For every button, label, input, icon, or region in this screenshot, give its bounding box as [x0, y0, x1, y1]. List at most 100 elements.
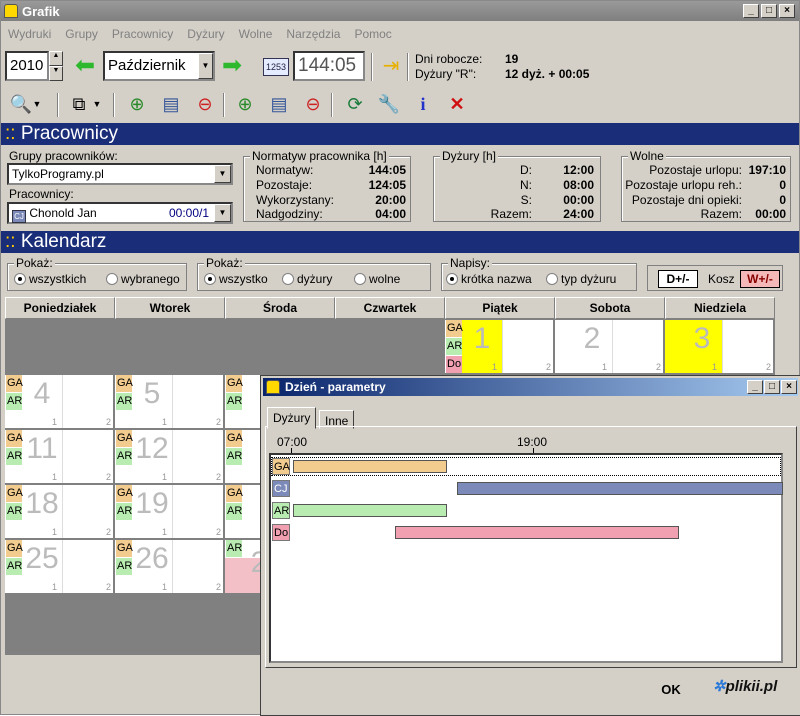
calendar-day-cell[interactable]: GA AR 18 1 2: [5, 485, 113, 538]
radio-all-employees[interactable]: [14, 273, 26, 285]
norm-key: Pozostaje:: [256, 178, 313, 192]
calendar-day-cell[interactable]: GA AR 4 1 2: [5, 375, 113, 428]
menu-wolne[interactable]: Wolne: [232, 27, 280, 41]
calendar-day-cell[interactable]: 2 12: [555, 320, 663, 373]
minimize-button[interactable]: _: [743, 4, 759, 18]
dialog-minimize-button[interactable]: _: [747, 380, 763, 394]
calendar-section-header: :: Kalendarz: [1, 231, 799, 253]
cell-divider: [62, 430, 63, 483]
calendar-day-cell[interactable]: GA AR 26 1 2: [115, 540, 223, 593]
show-items-group: Pokaż: wszystko dyżury wolne: [197, 256, 431, 291]
gantt-time-end: 19:00: [517, 435, 548, 449]
radio-short-name[interactable]: [446, 273, 458, 285]
radio-selected-employee[interactable]: [106, 273, 118, 285]
groups-combobox[interactable]: TylkoProgramy.pl ▼: [7, 163, 233, 185]
close-x-icon[interactable]: ✕: [443, 91, 471, 117]
radio-free[interactable]: [354, 273, 366, 285]
empty-cell: [115, 320, 223, 373]
delete-group-icon[interactable]: ⊖: [191, 91, 219, 117]
delete-employee-icon[interactable]: ⊖: [299, 91, 327, 117]
add-employee-icon[interactable]: ⊕: [231, 91, 259, 117]
captions-group: Napisy: krótka nazwa typ dyżuru: [441, 256, 637, 291]
day-plus-minus-button[interactable]: D+/-: [658, 270, 698, 288]
year-up-button[interactable]: ▲: [49, 51, 63, 66]
info-icon[interactable]: i: [409, 91, 437, 117]
refresh-icon[interactable]: ⟳: [341, 91, 369, 117]
menu-grupy[interactable]: Grupy: [58, 27, 105, 41]
slot-1: 1: [602, 362, 608, 372]
shift-key: N:: [520, 178, 532, 192]
prev-month-arrow-icon[interactable]: ⬅: [73, 54, 97, 78]
radio-shift-type[interactable]: [546, 273, 558, 285]
slot-2: 2: [215, 472, 221, 482]
calculator-icon[interactable]: 1253: [263, 58, 289, 76]
norm-key: Normatyw:: [256, 163, 314, 177]
gantt-bar-do[interactable]: [395, 526, 679, 539]
copy-icon[interactable]: ⧉: [65, 91, 93, 117]
shift-tag-ga: GA: [226, 375, 243, 392]
menu-pracownicy[interactable]: Pracownicy: [105, 27, 180, 41]
edit-employee-icon[interactable]: ▤: [265, 91, 293, 117]
radio-everything[interactable]: [204, 273, 216, 285]
day-number: 19: [135, 487, 169, 520]
empty-cell: [225, 320, 333, 373]
navigation-row: 2010 ▲ ▼ ⬅ Październik ▼ ➡ 1253 144:05 ⇥…: [1, 47, 799, 85]
free-key: Pozostaje urlopu:: [649, 163, 742, 177]
calendar-day-cell[interactable]: GA AR 25 1 2: [5, 540, 113, 593]
shift-tag-do: Do: [446, 356, 462, 373]
separator: [331, 93, 333, 117]
year-down-button[interactable]: ▼: [49, 66, 63, 81]
separator: [57, 93, 59, 117]
norm-value: 04:00: [375, 207, 406, 221]
employees-dropdown-button[interactable]: ▼: [214, 204, 231, 222]
add-group-icon[interactable]: ⊕: [123, 91, 151, 117]
edit-group-icon[interactable]: ▤: [157, 91, 185, 117]
slot-1: 1: [52, 527, 58, 537]
gantt-bar-ar[interactable]: [293, 504, 447, 517]
dialog-app-icon: [266, 380, 280, 394]
slot-2: 2: [105, 527, 111, 537]
calendar-day-cell[interactable]: GA AR Do 1 1 2: [445, 320, 553, 373]
gantt-bar-ga[interactable]: [293, 460, 447, 473]
copy-dropdown-icon[interactable]: ▼: [91, 91, 103, 117]
free-value: 197:10: [748, 163, 786, 177]
free-plus-minus-button[interactable]: W+/-: [740, 270, 780, 288]
radio-all-employees-label: wszystkich: [29, 272, 87, 286]
year-input[interactable]: 2010: [5, 51, 49, 81]
cell-divider: [722, 320, 723, 373]
calendar-section-title: Kalendarz: [20, 231, 107, 252]
dialog-maximize-button[interactable]: □: [764, 380, 780, 394]
groups-dropdown-button[interactable]: ▼: [214, 165, 231, 183]
menu-pomoc[interactable]: Pomoc: [347, 27, 398, 41]
calendar-day-cell[interactable]: GA AR 11 1 2: [5, 430, 113, 483]
zoom-dropdown-icon[interactable]: ▼: [31, 91, 43, 117]
time-display: 144:05: [293, 51, 365, 81]
next-month-arrow-icon[interactable]: ➡: [220, 54, 244, 78]
jump-arrow-icon[interactable]: ⇥: [379, 55, 403, 79]
shift-tag-ar: AR: [6, 558, 22, 575]
close-button[interactable]: ×: [779, 4, 795, 18]
employees-combobox[interactable]: CJ Chonold Jan 00:00/1 ▼: [7, 202, 233, 224]
dialog-close-button[interactable]: ×: [781, 380, 797, 394]
shift-tag-ga: GA: [226, 430, 243, 447]
calendar-day-cell[interactable]: GA AR 5 1 2: [115, 375, 223, 428]
norms-title: Normatyw pracownika [h]: [250, 149, 389, 163]
tab-dyzury[interactable]: Dyżury: [267, 407, 317, 429]
menu-wydruki[interactable]: Wydruki: [1, 27, 58, 41]
calendar-day-cell[interactable]: 3 1 2: [665, 320, 773, 373]
radio-shifts[interactable]: [282, 273, 294, 285]
maximize-button[interactable]: □: [761, 4, 777, 18]
norm-key: Nadgodziny:: [256, 207, 323, 221]
month-dropdown-button[interactable]: ▼: [198, 53, 213, 79]
calendar-day-cell[interactable]: GA AR 12 12: [115, 430, 223, 483]
settings-wrench-icon[interactable]: 🔧: [375, 91, 403, 117]
separator: [407, 53, 409, 81]
ok-button[interactable]: OK: [651, 679, 691, 701]
employee-name: Chonold Jan: [29, 206, 97, 220]
menu-dyzury[interactable]: Dyżury: [180, 27, 231, 41]
gantt-bar-cj[interactable]: [457, 482, 783, 495]
menu-narzedzia[interactable]: Narzędzia: [279, 27, 347, 41]
shift-tag-ar: AR: [116, 448, 132, 465]
slot-2: 2: [215, 417, 221, 427]
calendar-day-cell[interactable]: GA AR 19 1 2: [115, 485, 223, 538]
